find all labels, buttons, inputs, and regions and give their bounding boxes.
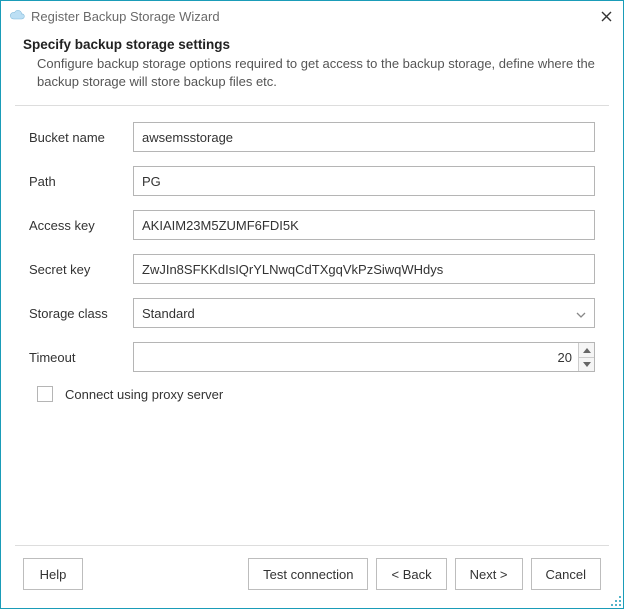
- page-description: Configure backup storage options require…: [23, 55, 601, 91]
- help-button[interactable]: Help: [23, 558, 83, 590]
- proxy-checkbox-label: Connect using proxy server: [65, 387, 223, 402]
- back-button[interactable]: < Back: [376, 558, 446, 590]
- storage-class-label: Storage class: [29, 306, 133, 321]
- storage-class-select[interactable]: Standard: [133, 298, 595, 328]
- path-input[interactable]: [133, 166, 595, 196]
- test-connection-button[interactable]: Test connection: [248, 558, 368, 590]
- titlebar: Register Backup Storage Wizard: [1, 1, 623, 31]
- header: Specify backup storage settings Configur…: [1, 31, 623, 105]
- window-title: Register Backup Storage Wizard: [31, 9, 597, 24]
- storage-class-value: Standard: [142, 306, 195, 321]
- wizard-window: Register Backup Storage Wizard Specify b…: [0, 0, 624, 609]
- timeout-label: Timeout: [29, 350, 133, 365]
- form: Bucket name Path Access key Secret key S…: [1, 106, 623, 402]
- cloud-icon: [9, 8, 25, 24]
- timeout-down-button[interactable]: [579, 358, 594, 372]
- timeout-stepper: [133, 342, 595, 372]
- resize-grip-icon[interactable]: [610, 595, 622, 607]
- bucket-name-label: Bucket name: [29, 130, 133, 145]
- page-title: Specify backup storage settings: [23, 37, 601, 52]
- footer: Help Test connection < Back Next > Cance…: [1, 546, 623, 608]
- access-key-input[interactable]: [133, 210, 595, 240]
- cancel-button[interactable]: Cancel: [531, 558, 601, 590]
- secret-key-label: Secret key: [29, 262, 133, 277]
- chevron-down-icon: [576, 306, 586, 321]
- proxy-checkbox[interactable]: [37, 386, 53, 402]
- next-button[interactable]: Next >: [455, 558, 523, 590]
- timeout-up-button[interactable]: [579, 343, 594, 358]
- close-icon[interactable]: [597, 7, 615, 25]
- access-key-label: Access key: [29, 218, 133, 233]
- bucket-name-input[interactable]: [133, 122, 595, 152]
- path-label: Path: [29, 174, 133, 189]
- timeout-input[interactable]: [134, 343, 578, 371]
- secret-key-input[interactable]: [133, 254, 595, 284]
